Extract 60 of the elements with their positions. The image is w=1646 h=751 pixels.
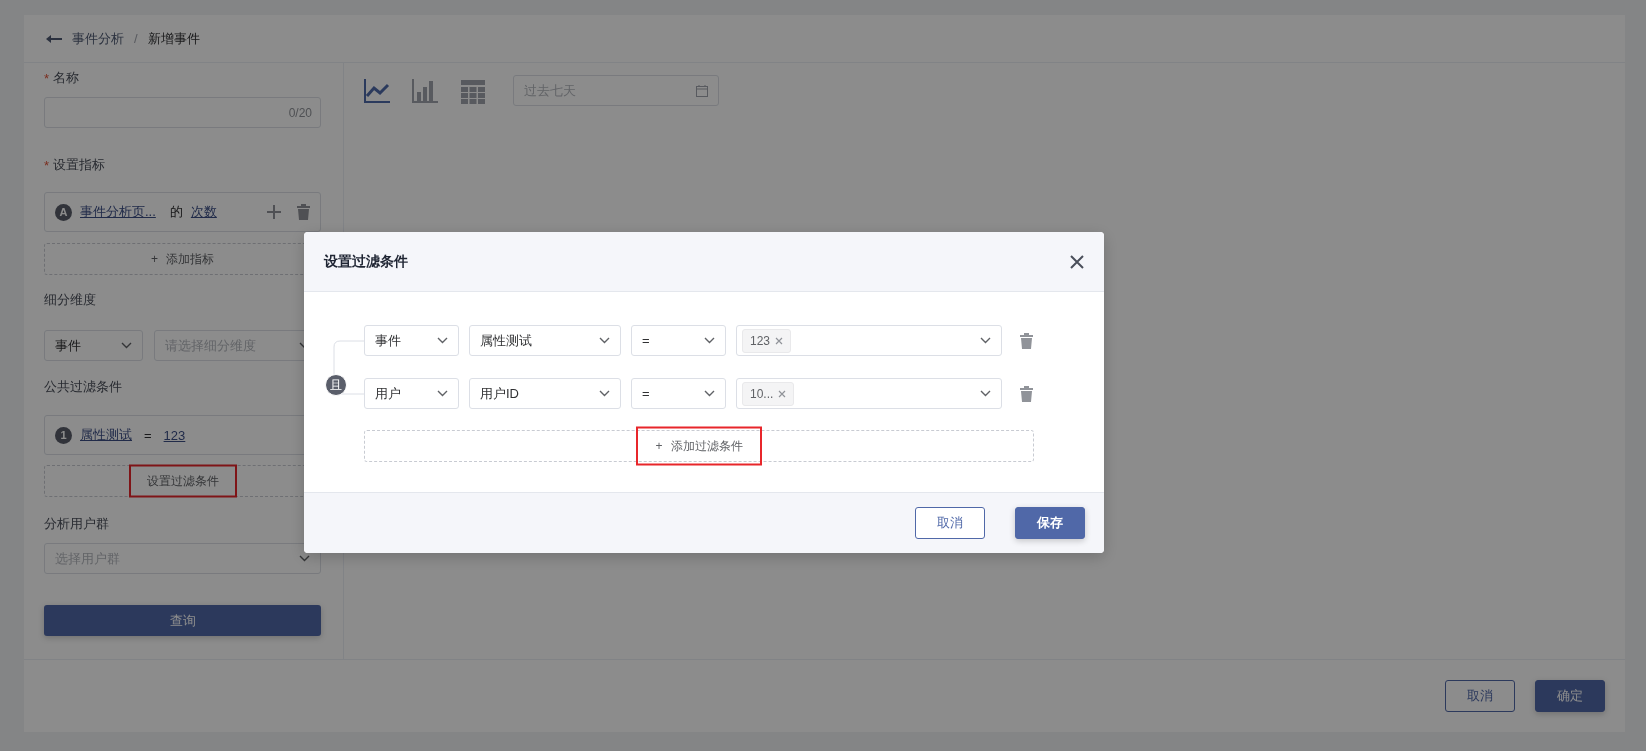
value-select[interactable]: 123: [736, 325, 1002, 356]
chevron-icon: [437, 337, 448, 344]
chevron-icon: [299, 555, 310, 562]
field-label: 细分维度: [44, 291, 96, 309]
value-tag: 10...: [742, 381, 795, 406]
chevron-icon: [599, 337, 610, 344]
scope-select[interactable]: 事件: [364, 325, 459, 356]
trash-icon[interactable]: [1020, 332, 1033, 349]
remove-icon[interactable]: [775, 336, 784, 345]
required-mark: *: [44, 70, 50, 86]
cancel-button[interactable]: 取消: [915, 507, 985, 539]
breadcrumb-link[interactable]: 事件分析: [72, 29, 124, 48]
logic-badge[interactable]: 且: [325, 374, 347, 396]
char-counter: 0/20: [288, 105, 312, 120]
value-tag: 123: [742, 328, 792, 353]
chevron-icon: [980, 390, 991, 397]
joiner-text: 的: [169, 203, 183, 221]
chevron-icon: [704, 390, 715, 397]
query-button[interactable]: 查询: [44, 605, 321, 636]
chevron-icon: [437, 390, 448, 397]
value-select[interactable]: 10...: [736, 378, 1002, 409]
operator-select[interactable]: =: [631, 325, 726, 356]
field-label: 分析用户群: [44, 515, 109, 533]
trash-icon[interactable]: [1020, 385, 1033, 402]
breadcrumb-current: 新增事件: [147, 29, 200, 48]
field-label: 设置指标: [53, 156, 106, 174]
bar-chart-icon[interactable]: [411, 77, 439, 104]
remove-icon[interactable]: [778, 389, 787, 398]
table-chart-icon[interactable]: [459, 77, 487, 104]
name-input[interactable]: 0/20: [44, 97, 321, 128]
trash-icon[interactable]: [297, 204, 310, 220]
field-label: 公共过滤条件: [44, 378, 122, 396]
save-button[interactable]: 保存: [1015, 507, 1085, 539]
required-mark: *: [44, 157, 50, 173]
line-chart-icon[interactable]: [363, 77, 391, 104]
operator-select[interactable]: =: [631, 378, 726, 409]
back-arrow-icon[interactable]: [46, 34, 62, 43]
property-select[interactable]: 用户ID: [469, 378, 621, 409]
breakdown-type-select[interactable]: 事件: [44, 330, 143, 361]
operator-text: =: [144, 427, 152, 443]
measure-link[interactable]: 次数: [190, 203, 217, 221]
value-link[interactable]: 123: [163, 427, 186, 443]
event-link[interactable]: 事件分析页...: [80, 203, 156, 221]
chevron-icon: [980, 337, 991, 344]
property-select[interactable]: 属性测试: [469, 325, 621, 356]
dialog-title: 设置过滤条件: [324, 252, 408, 271]
chevron-icon: [599, 390, 610, 397]
cancel-button[interactable]: 取消: [1445, 680, 1515, 712]
metric-badge: A: [55, 203, 72, 221]
scope-select[interactable]: 用户: [364, 378, 459, 409]
confirm-button[interactable]: 确定: [1535, 680, 1605, 712]
field-label: 名称: [53, 69, 80, 87]
breadcrumb-separator: /: [134, 31, 138, 46]
close-icon[interactable]: [1070, 254, 1084, 269]
plus-icon[interactable]: [267, 205, 281, 219]
calendar-icon: [696, 84, 708, 97]
chevron-icon: [704, 337, 715, 344]
chevron-icon: [121, 342, 132, 349]
property-link[interactable]: 属性测试: [80, 426, 132, 444]
filter-badge: 1: [55, 426, 72, 444]
